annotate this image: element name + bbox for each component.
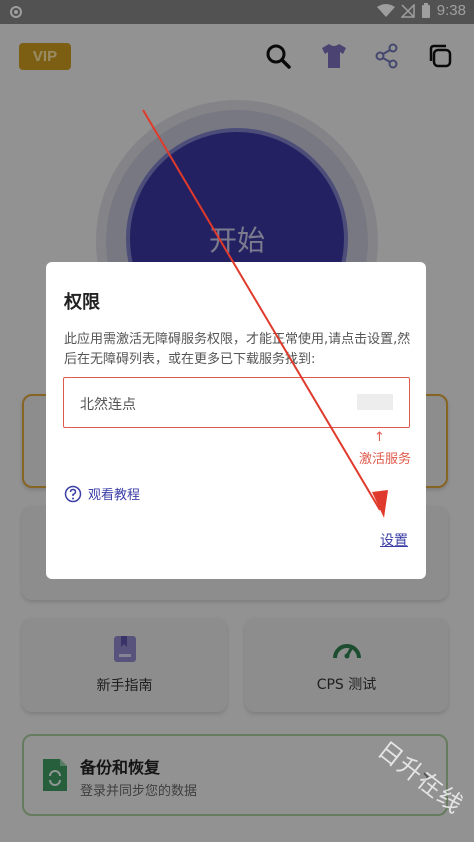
- service-row[interactable]: 北然连点: [63, 377, 410, 428]
- service-name: 北然连点: [80, 397, 136, 413]
- dialog-message: 此应用需激活无障碍服务权限，才能正常使用,请点击设置,然后在无障碍列表，或在更多…: [64, 332, 411, 367]
- permission-dialog: 权限 此应用需激活无障碍服务权限，才能正常使用,请点击设置,然后在无障碍列表，或…: [46, 262, 426, 579]
- activate-service-hint: 激活服务: [359, 452, 412, 467]
- help-icon: [64, 485, 82, 502]
- arrow-up-icon: ↑: [374, 430, 385, 445]
- dialog-title: 权限: [64, 292, 100, 313]
- watch-tutorial-label: 观看教程: [88, 488, 141, 503]
- settings-button[interactable]: 设置: [380, 530, 408, 550]
- watch-tutorial-link[interactable]: 观看教程: [64, 484, 140, 503]
- service-toggle[interactable]: [357, 394, 393, 410]
